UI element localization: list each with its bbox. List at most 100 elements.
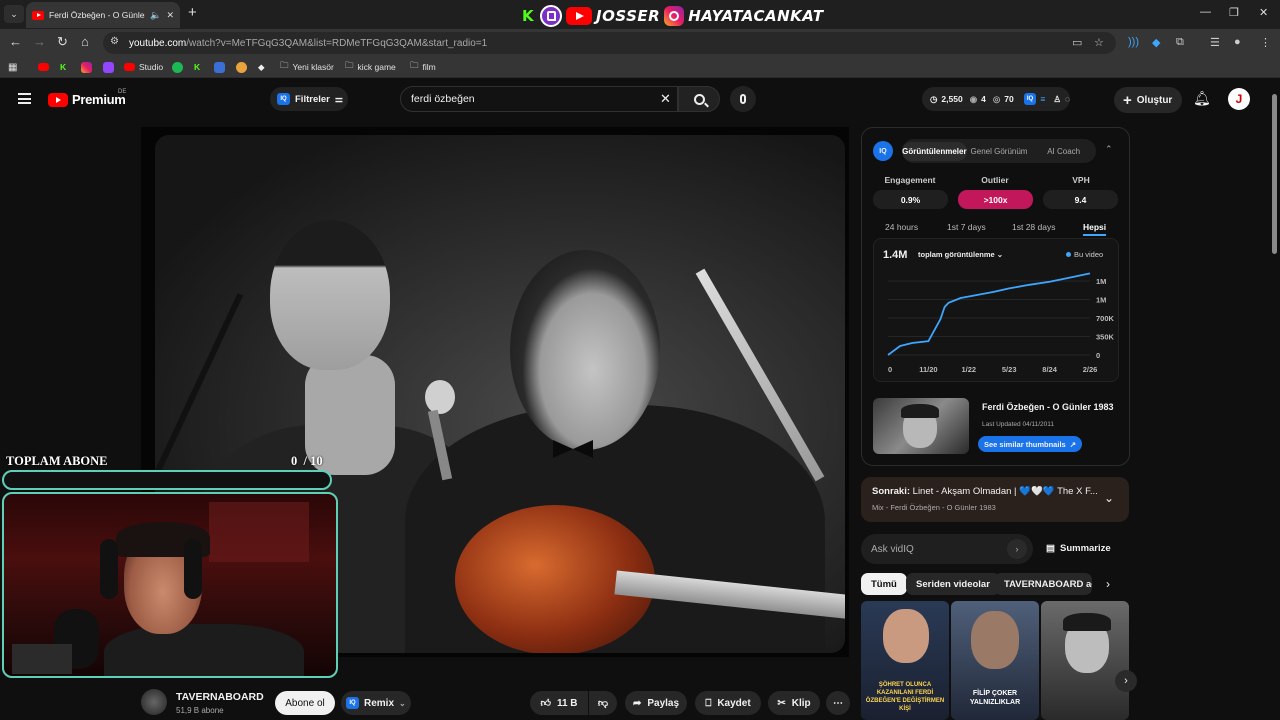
vidiq-stats-bar[interactable]: ◷ 2,550 ◉ 4 ◎ 70 IQ ≡ ♙ ◌ <box>922 87 1070 111</box>
dislike-button[interactable]: 👎︎ <box>589 691 617 715</box>
profile-icon[interactable]: ● <box>1234 36 1241 48</box>
related-video-thumbnail[interactable] <box>1041 601 1129 720</box>
browser-tab[interactable]: Ferdi Özbeğen - O Günler 🔈 ✕ <box>26 2 180 28</box>
similar-thumbnails-button[interactable]: See similar thumbnails ↗ <box>978 436 1082 452</box>
period-28d[interactable]: 1st 28 days <box>1012 222 1055 232</box>
bookmarks-bar: ▦ K Studio K ◆ 🗀 Yeni klasör 🗀 kick game 🗀… <box>0 56 1280 78</box>
page-scrollbar-thumb[interactable] <box>1272 94 1277 254</box>
period-24h[interactable]: 24 hours <box>885 222 918 232</box>
clip-button[interactable]: ✂ Klip <box>768 691 820 715</box>
clear-search-icon[interactable]: ✕ <box>660 91 671 107</box>
youtube-premium-logo[interactable]: Premium DE <box>48 89 127 107</box>
period-7d[interactable]: 1st 7 days <box>947 222 986 232</box>
close-tab-icon[interactable]: ✕ <box>166 10 174 21</box>
bookmark-folder-2[interactable]: 🗀 kick game <box>345 60 396 74</box>
close-window-icon[interactable]: ✕ <box>1259 6 1268 19</box>
media-control-icon[interactable]: ☰ <box>1210 36 1220 49</box>
bookmark-spotify[interactable] <box>172 60 183 74</box>
browser-menu-icon[interactable]: ⋮ <box>1260 36 1271 49</box>
scroll-right-button[interactable]: › <box>1115 670 1137 692</box>
voice-search-button[interactable] <box>730 86 756 112</box>
x-tick-label: 11/20 <box>919 365 937 374</box>
bookmark-twitch[interactable] <box>103 60 114 74</box>
bookmark-icon: ⎕ <box>705 697 712 709</box>
folder-icon: 🗀 <box>280 60 289 70</box>
back-icon[interactable]: ← <box>9 34 22 49</box>
metric-select[interactable]: toplam görüntülenme ⌄ <box>918 250 1003 259</box>
chip-all[interactable]: Tümü <box>861 573 907 595</box>
bookmark-github[interactable]: ◆ <box>258 60 265 74</box>
country-code: DE <box>118 89 127 95</box>
tab-views[interactable]: Görüntülenmeler <box>902 141 967 161</box>
bookmark-instagram[interactable] <box>81 60 92 74</box>
banner-name-2: HAYATACANKAT <box>688 7 824 25</box>
bookmark-kick-2[interactable]: K <box>194 60 200 74</box>
url-field[interactable]: youtube.com/watch?v=MeTFGqG3QAM&list=RDM… <box>103 32 1116 54</box>
create-button[interactable]: + Oluştur <box>1114 87 1182 113</box>
extension-wave-icon[interactable]: ))) <box>1128 36 1139 48</box>
home-icon[interactable]: ⌂ <box>81 34 89 49</box>
total-views: 1.4M <box>883 249 908 261</box>
bookmark-kick[interactable]: K <box>60 60 66 74</box>
bookmark-game[interactable] <box>236 60 247 74</box>
clip-label: Klip <box>791 697 811 709</box>
extensions-puzzle-icon[interactable]: ⧉ <box>1176 36 1184 49</box>
chip-series[interactable]: Seriden videolar <box>906 573 1000 595</box>
sliders-icon: ⚌ <box>334 93 343 104</box>
menu-icon[interactable] <box>18 93 31 104</box>
summarize-label: Summarize <box>1059 543 1111 554</box>
maximize-icon[interactable]: ❐ <box>1229 6 1239 19</box>
extension-shield-icon[interactable]: ◆ <box>1152 36 1160 49</box>
x-tick-label: 5/23 <box>1002 365 1017 374</box>
metric-label: toplam görüntülenme <box>918 250 995 259</box>
new-tab-button[interactable]: + <box>188 5 197 21</box>
account-avatar[interactable]: J <box>1228 88 1250 110</box>
thumb-caption: FİLİP ÇOKER YALNIZLIKLAR <box>969 690 1021 706</box>
remix-button[interactable]: IQ Remix ⌄ <box>341 691 411 715</box>
tab-search-button[interactable]: ⌄ <box>4 5 24 23</box>
bookmark-site[interactable] <box>214 60 225 74</box>
share-button[interactable]: ➦ Paylaş <box>625 691 687 715</box>
apps-grid-icon[interactable]: ▦ <box>8 60 17 74</box>
forward-icon[interactable]: → <box>33 34 46 49</box>
related-video-thumbnail[interactable]: FİLİP ÇOKER YALNIZLIKLAR <box>951 601 1039 720</box>
minimize-icon[interactable]: — <box>1200 6 1211 18</box>
tab-overview[interactable]: Genel Görünüm <box>967 147 1032 156</box>
bookmark-folder-3[interactable]: 🗀 film <box>410 60 436 74</box>
speaker-icon[interactable]: 🔈 <box>150 10 161 21</box>
collapse-chevron-icon[interactable]: ⌃ <box>1105 144 1113 155</box>
cast-icon[interactable]: ▭ <box>1072 36 1082 49</box>
chip-channel[interactable]: TAVERNABOARD adlı <box>994 573 1092 595</box>
ask-vidiq-input[interactable]: Ask vidIQ › <box>861 534 1033 564</box>
like-button[interactable]: 👍︎ 11 B <box>530 691 588 715</box>
chevron-down-icon[interactable]: ⌄ <box>1104 491 1114 505</box>
notifications-bell-icon[interactable]: 🔔︎ <box>1193 90 1211 107</box>
related-video-thumbnail[interactable]: ŞÖHRET OLUNCA KAZANILANI FERDİ ÖZBEĞEN'E… <box>861 601 949 720</box>
search-input[interactable]: ferdi özbeğen <box>400 86 678 112</box>
video-thumbnail[interactable] <box>873 398 969 454</box>
period-all[interactable]: Hepsi <box>1083 222 1107 236</box>
bookmark-youtube[interactable] <box>38 60 49 74</box>
channel-avatar[interactable] <box>141 689 167 715</box>
search-button[interactable] <box>678 86 720 112</box>
bookmark-folder-1[interactable]: 🗀 Yeni klasör <box>280 60 334 74</box>
bookmark-star-icon[interactable]: ☆ <box>1094 36 1104 49</box>
eye-icon: ◉ <box>969 93 978 104</box>
chevron-right-icon[interactable]: › <box>1106 577 1110 591</box>
up-next-card[interactable]: Sonraki: Linet - Akşam Olmadan | 💙🤍💙 The… <box>861 477 1129 522</box>
more-actions-button[interactable]: ⋯ <box>826 691 850 715</box>
save-button[interactable]: ⎕ Kaydet <box>695 691 761 715</box>
youtube-favicon-icon <box>32 10 44 20</box>
reload-icon[interactable]: ↻ <box>57 34 68 50</box>
send-icon[interactable]: › <box>1007 539 1027 559</box>
mic-stand-shape <box>155 293 243 477</box>
bookmark-studio[interactable]: Studio <box>124 60 163 74</box>
instagram-bm-icon <box>81 61 92 73</box>
filters-button[interactable]: IQ Filtreler ⚌ <box>270 87 348 111</box>
tab-ai-coach[interactable]: AI Coach <box>1031 147 1096 156</box>
channel-name[interactable]: TAVERNABOARD <box>176 691 264 703</box>
site-info-icon[interactable]: ⚙ <box>110 36 119 47</box>
summarize-button[interactable]: ▤ Summarize <box>1046 543 1111 554</box>
subscribe-button[interactable]: Abone ol <box>275 691 335 715</box>
list-icon: ≡ <box>1040 94 1046 104</box>
